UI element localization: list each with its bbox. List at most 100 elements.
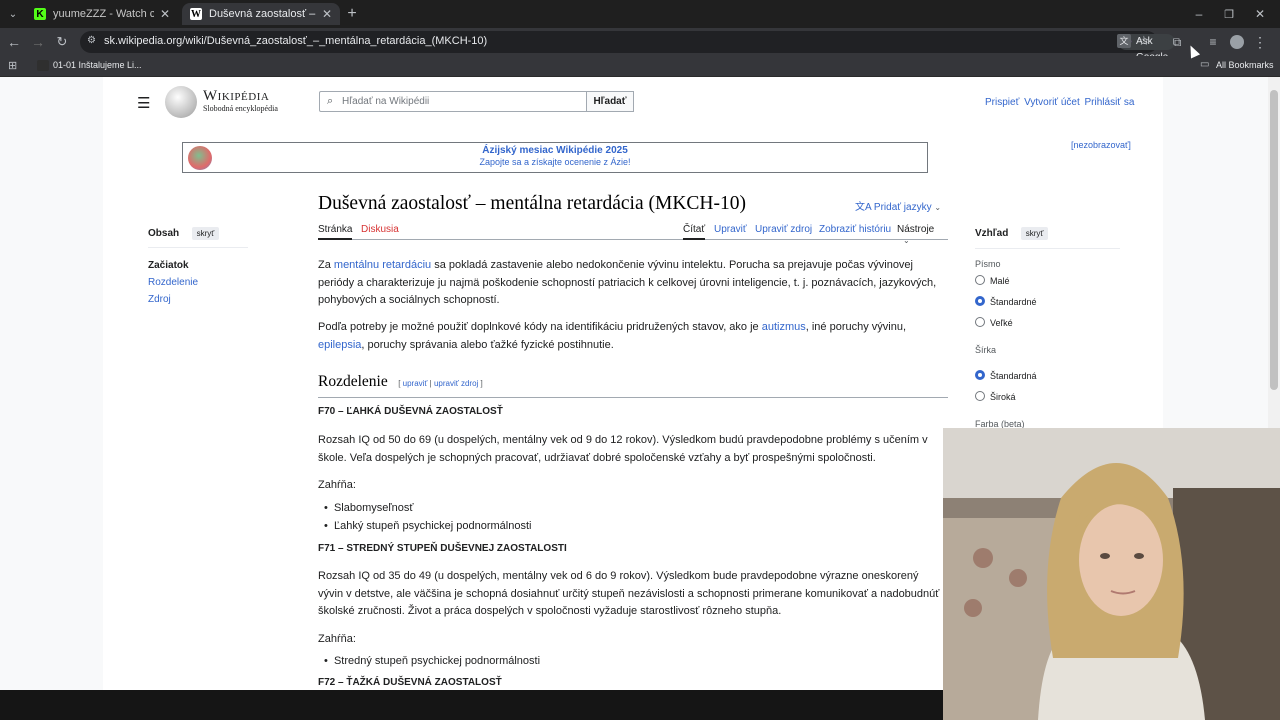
tab-page[interactable]: Stránka: [318, 224, 353, 240]
section-edit-source-link[interactable]: upraviť zdroj: [434, 379, 478, 388]
f70-heading: F70 – ĽAHKÁ DUŠEVNÁ ZAOSTALOSŤ: [318, 406, 503, 417]
font-large-radio[interactable]: [975, 317, 985, 327]
tab-history[interactable]: Zobraziť históriu: [819, 224, 891, 235]
bookmark-favicon-icon: [37, 60, 49, 71]
list-item: • Stredný stupeň psychickej podnormálnos…: [324, 655, 541, 667]
campaign-banner[interactable]: Ázijský mesiac Wikipédie 2025 Zapojte sa…: [182, 142, 928, 173]
webcam-overlay: [943, 428, 1280, 720]
font-size-label: Písmo: [975, 259, 1001, 269]
tab-kick[interactable]: K yuumeZZZ - Watch clips on Kic ✕: [26, 3, 178, 25]
f72-heading: F72 – ŤAŽKÁ DUŠEVNÁ ZAOSTALOSŤ: [318, 677, 502, 688]
mental-retardation-link[interactable]: mentálnu retardáciu: [334, 259, 431, 271]
close-tab-icon[interactable]: ✕: [160, 7, 170, 21]
profile-icon[interactable]: [1230, 35, 1244, 49]
tab-search-icon[interactable]: ⌄: [2, 0, 24, 28]
url-text: sk.wikipedia.org/wiki/Duševná_zaostalosť…: [104, 35, 488, 47]
new-tab-icon[interactable]: +: [341, 0, 363, 28]
toc-hide-button[interactable]: skryť: [191, 227, 220, 240]
f70-includes: Zahŕňa:: [318, 479, 356, 491]
appearance-hide-button[interactable]: skryť: [1020, 227, 1049, 240]
tab-read[interactable]: Čítať: [683, 224, 706, 240]
section-edit-link[interactable]: upraviť: [403, 379, 428, 388]
section-rozdelenie: Rozdelenie [ upraviť | upraviť zdroj ]: [318, 373, 948, 398]
extensions-icon[interactable]: ⧉: [1166, 28, 1188, 56]
back-icon[interactable]: ←: [3, 28, 25, 56]
tab-discussion[interactable]: Diskusia: [361, 224, 399, 235]
appearance-heading: Vzhľad: [975, 228, 1009, 239]
search-input[interactable]: ⌕ Hľadať na Wikipédii: [319, 91, 587, 112]
star-icon[interactable]: ☆: [1138, 33, 1150, 49]
f71-text: Rozsah IQ od 35 do 49 (u dospelých, ment…: [318, 570, 940, 617]
toc-item-rozdelenie[interactable]: Rozdelenie: [148, 277, 298, 288]
logo-title[interactable]: Wikipédia: [203, 88, 269, 105]
toc-item-zdroj[interactable]: Zdroj: [148, 294, 298, 305]
search-icon: ⌕: [327, 95, 334, 107]
tab-title: yuumeZZZ - Watch clips on Kic: [53, 8, 154, 20]
width-wide-label[interactable]: Široká: [990, 392, 1016, 402]
font-large-label[interactable]: Veľké: [990, 318, 1013, 328]
section-edit-links: [ upraviť | upraviť zdroj ]: [398, 379, 483, 388]
search-button[interactable]: Hľadať: [587, 91, 634, 112]
add-languages-button[interactable]: 文A Pridať jazyky ⌄: [855, 198, 941, 213]
banner-line1[interactable]: Ázijský mesiac Wikipédie 2025: [183, 145, 927, 156]
tab-tools[interactable]: Nástroje ⌄: [897, 224, 948, 246]
text: , poruchy správania alebo ťažké fyzické …: [361, 338, 614, 351]
all-bookmarks[interactable]: All Bookmarks: [1216, 60, 1274, 70]
apps-icon[interactable]: ⊞: [8, 59, 17, 72]
bookmark-item[interactable]: 01-01 Inštalujeme Li...: [53, 60, 142, 70]
width-standard-radio[interactable]: [975, 370, 985, 380]
site-info-icon[interactable]: ⚙: [87, 35, 96, 46]
tab-strip: ⌄ K yuumeZZZ - Watch clips on Kic ✕ W Du…: [0, 0, 1280, 28]
intro-paragraph-2: Podľa potreby je možné použiť doplnkové …: [318, 319, 943, 354]
section-heading: Rozdelenie: [318, 373, 388, 390]
tab-edit[interactable]: Upraviť: [714, 224, 747, 235]
forward-icon[interactable]: →: [27, 28, 49, 56]
tab-edit-source[interactable]: Upraviť zdroj: [755, 224, 812, 235]
font-standard-radio[interactable]: [975, 296, 985, 306]
webcam-image: [943, 428, 1280, 720]
text: Za: [318, 259, 334, 271]
login-link[interactable]: Prihlásiť sa: [1085, 97, 1135, 108]
width-standard-label[interactable]: Štandardná: [990, 371, 1037, 381]
logo-subtitle: Slobodná encyklopédia: [203, 104, 278, 113]
user-links: Prispieť Vytvoriť účet Prihlásiť sa: [985, 97, 1134, 108]
reload-icon[interactable]: ↻: [51, 28, 73, 56]
close-window-icon[interactable]: ✕: [1249, 0, 1271, 28]
kick-favicon-icon: K: [34, 8, 46, 20]
font-standard-label[interactable]: Štandardné: [990, 297, 1037, 307]
language-icon: 文A: [855, 202, 872, 213]
create-account-link[interactable]: Vytvoriť účet: [1024, 97, 1080, 108]
appearance-divider: [975, 248, 1120, 249]
maximize-icon[interactable]: ❐: [1218, 0, 1240, 28]
media-icon[interactable]: ≡: [1202, 28, 1224, 56]
main-menu-icon[interactable]: ☰: [137, 94, 150, 112]
banner-line2[interactable]: Zapojte sa a získajte ocenenie z Ázie!: [183, 157, 927, 167]
toc-item-start[interactable]: Začiatok: [148, 260, 298, 271]
toc-heading: Obsah: [148, 228, 180, 239]
font-small-label[interactable]: Malé: [990, 276, 1010, 286]
list-item-text: Stredný stupeň psychickej podnormálnosti: [333, 655, 541, 667]
autism-link[interactable]: autizmus: [762, 321, 806, 333]
banner-hide-link[interactable]: [nezobrazovať]: [1071, 140, 1131, 150]
epilepsy-link[interactable]: epilepsia: [318, 339, 361, 351]
menu-icon[interactable]: ⋮: [1249, 28, 1271, 56]
width-wide-radio[interactable]: [975, 391, 985, 401]
list-item: • Slabomyseľnosť: [324, 502, 414, 514]
folder-icon: ▭: [1200, 59, 1210, 70]
translate-icon[interactable]: 文: [1117, 34, 1131, 48]
tab-wikipedia[interactable]: W Duševná zaostalosť – mentálna ✕: [182, 3, 340, 25]
close-tab-icon[interactable]: ✕: [322, 7, 332, 21]
f70-text: Rozsah IQ od 50 do 69 (u dospelých, ment…: [318, 434, 928, 464]
contribute-link[interactable]: Prispieť: [985, 97, 1019, 108]
appearance-panel: Vzhľad skryť Písmo: [975, 223, 1120, 269]
chevron-down-icon: ⌄: [903, 236, 910, 245]
wikipedia-globe-icon[interactable]: [165, 86, 197, 118]
text: , iné poruchy vývinu,: [805, 321, 907, 333]
address-bar[interactable]: ⚙ sk.wikipedia.org/wiki/Duševná_zaostalo…: [80, 31, 1176, 63]
chevron-down-icon: ⌄: [934, 203, 942, 212]
browser-toolbar: ← → ↻ ⚙ sk.wikipedia.org/wiki/Duševná_za…: [0, 28, 1280, 63]
list-item-text: Ľahký stupeň psychickej podnormálnosti: [333, 520, 532, 532]
minimize-icon[interactable]: –: [1188, 0, 1210, 28]
scrollbar-thumb[interactable]: [1270, 90, 1278, 390]
font-small-radio[interactable]: [975, 275, 985, 285]
